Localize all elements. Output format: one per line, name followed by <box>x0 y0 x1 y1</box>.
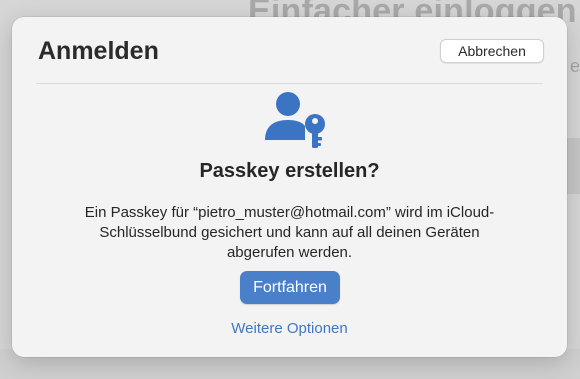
divider <box>36 83 543 84</box>
continue-button[interactable]: Fortfahren <box>240 271 340 304</box>
person-with-key-icon <box>262 90 328 152</box>
background-side-text: e <box>570 56 580 76</box>
prompt-title: Passkey erstellen? <box>199 160 380 182</box>
description-line: Ein Passkey für “pietro_muster@hotmail.c… <box>84 204 495 221</box>
background-side-block <box>566 138 580 194</box>
passkey-description: Ein Passkey für “pietro_muster@hotmail.c… <box>62 203 517 263</box>
more-options-label[interactable]: Weitere Optionen <box>231 320 347 337</box>
more-options-link: Weitere Optionen <box>12 320 567 337</box>
description-line: Schlüsselbund gesichert und kann auf all… <box>99 224 480 241</box>
description-line: abgerufen werden. <box>226 244 353 261</box>
passkey-sheet: Anmelden Abbrechen Passkey erstellen? Ei… <box>12 17 567 357</box>
cancel-button[interactable]: Abbrechen <box>440 39 544 63</box>
sheet-title: Anmelden <box>38 37 159 65</box>
